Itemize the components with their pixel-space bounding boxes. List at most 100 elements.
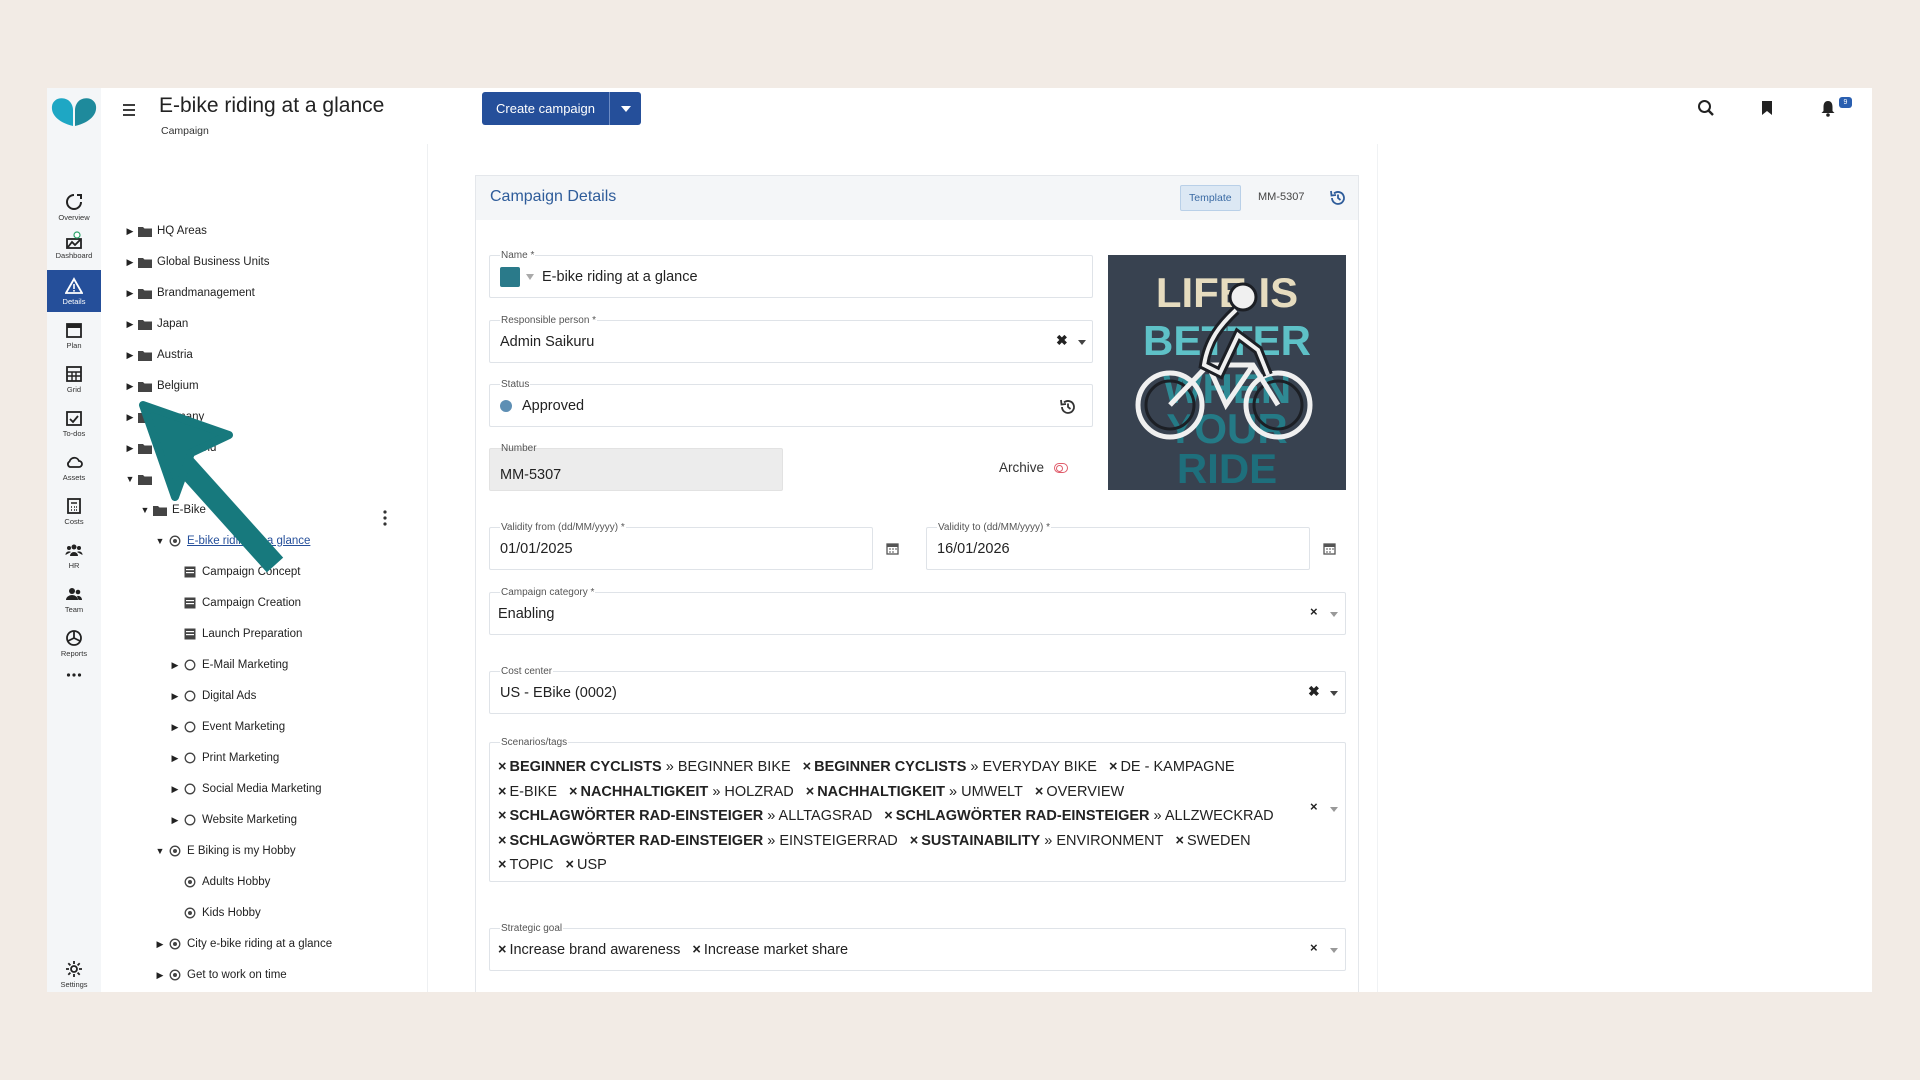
- remove-tag-icon[interactable]: ×: [498, 784, 506, 800]
- goal-chip[interactable]: × Increase brand awareness: [498, 938, 680, 963]
- clear-icon[interactable]: ✖: [1308, 683, 1320, 700]
- tree-item[interactable]: ▶ Digital Ads: [168, 685, 257, 707]
- chevron-down-icon[interactable]: [1330, 691, 1338, 696]
- create-campaign-dropdown[interactable]: [609, 92, 641, 125]
- create-campaign-button[interactable]: Create campaign: [482, 92, 609, 125]
- tree-item[interactable]: Launch Preparation: [168, 623, 302, 645]
- tag-chip[interactable]: × OVERVIEW: [1035, 780, 1124, 805]
- caret-right-icon[interactable]: ▶: [123, 319, 137, 330]
- nav-settings[interactable]: Settings: [47, 954, 101, 992]
- strategic-goal-select[interactable]: Strategic goal × Increase brand awareness…: [489, 922, 1346, 971]
- remove-tag-icon[interactable]: ×: [566, 857, 574, 873]
- history-icon[interactable]: [1328, 188, 1348, 208]
- clear-icon[interactable]: ✖: [1056, 332, 1068, 349]
- remove-tag-icon[interactable]: ×: [803, 759, 811, 775]
- campaign-category-select[interactable]: Campaign category * Enabling ×: [489, 586, 1346, 635]
- remove-goal-icon[interactable]: ×: [498, 942, 506, 958]
- caret-right-icon[interactable]: ▶: [168, 660, 182, 671]
- caret-right-icon[interactable]: ▶: [168, 784, 182, 795]
- archive-toggle[interactable]: [1054, 462, 1069, 473]
- app-logo[interactable]: [47, 92, 101, 132]
- caret-right-icon[interactable]: ▶: [153, 970, 167, 981]
- chevron-down-icon[interactable]: [526, 273, 534, 280]
- remove-tag-icon[interactable]: ×: [884, 808, 892, 824]
- clear-icon[interactable]: ×: [1310, 940, 1318, 955]
- tag-chip[interactable]: × SWEDEN: [1175, 829, 1250, 854]
- tree-item[interactable]: Adults Hobby: [168, 871, 270, 893]
- tag-chip[interactable]: × USP: [566, 853, 607, 878]
- template-button[interactable]: Template: [1180, 185, 1241, 211]
- tree-item[interactable]: ▶ Global Business Units: [123, 251, 270, 273]
- archive-toggle-row[interactable]: Archive: [999, 460, 1069, 475]
- nav-details[interactable]: Details: [47, 270, 101, 312]
- tree-item[interactable]: ▶ Event Marketing: [168, 716, 286, 738]
- tag-chip[interactable]: × BEGINNER CYCLISTS » BEGINNER BIKE: [498, 755, 791, 780]
- search-icon[interactable]: [1696, 98, 1716, 118]
- caret-right-icon[interactable]: ▶: [123, 381, 137, 392]
- responsible-person-select[interactable]: Responsible person * Admin Saikuru ✖: [489, 314, 1093, 363]
- tree-item[interactable]: ▶ HQ Areas: [123, 220, 207, 242]
- nav-overview[interactable]: Overview: [47, 186, 101, 228]
- tree-item[interactable]: Campaign Creation: [168, 592, 301, 614]
- tree-item[interactable]: ▶ Austria: [123, 344, 193, 366]
- nav-assets[interactable]: Assets: [47, 446, 101, 488]
- clear-icon[interactable]: ×: [1310, 799, 1318, 814]
- hamburger-menu-icon[interactable]: [121, 102, 137, 118]
- remove-tag-icon[interactable]: ×: [498, 808, 506, 824]
- tree-item[interactable]: ▶ Get to work on time: [153, 964, 287, 986]
- caret-right-icon[interactable]: ▶: [123, 288, 137, 299]
- nav-team[interactable]: Team: [47, 578, 101, 620]
- tree-item[interactable]: ▼ E Biking is my Hobby: [153, 840, 296, 862]
- nav-dashboard[interactable]: Dashboard: [47, 224, 101, 266]
- tag-chip[interactable]: × SCHLAGWÖRTER RAD-EINSTEIGER » ALLTAGSRA…: [498, 804, 872, 829]
- scenarios-tags-select[interactable]: Scenarios/tags × BEGINNER CYCLISTS » BEGI…: [489, 736, 1346, 882]
- tag-chip[interactable]: × NACHHALTIGKEIT » HOLZRAD: [569, 780, 794, 805]
- calendar-icon[interactable]: [1323, 542, 1336, 555]
- tree-item[interactable]: ▶ Social Media Marketing: [168, 778, 322, 800]
- tree-item[interactable]: ▶ Brandmanagement: [123, 282, 255, 304]
- name-field[interactable]: Name * E-bike riding at a glance: [489, 249, 1093, 298]
- remove-tag-icon[interactable]: ×: [910, 833, 918, 849]
- more-vertical-icon[interactable]: [381, 509, 389, 527]
- remove-tag-icon[interactable]: ×: [1109, 759, 1117, 775]
- nav-hr[interactable]: HR: [47, 534, 101, 576]
- remove-tag-icon[interactable]: ×: [498, 833, 506, 849]
- remove-tag-icon[interactable]: ×: [806, 784, 814, 800]
- caret-right-icon[interactable]: ▶: [168, 722, 182, 733]
- calendar-icon[interactable]: [886, 542, 899, 555]
- caret-down-icon[interactable]: ▼: [153, 846, 167, 856]
- remove-tag-icon[interactable]: ×: [1035, 784, 1043, 800]
- color-swatch[interactable]: [500, 266, 520, 287]
- bell-icon[interactable]: [1818, 98, 1838, 118]
- validity-from-field[interactable]: Validity from (dd/MM/yyyy) * 01/01/2025: [489, 521, 873, 570]
- nav-plan[interactable]: Plan: [47, 314, 101, 356]
- bookmark-icon[interactable]: [1757, 98, 1777, 118]
- tag-chip[interactable]: × SCHLAGWÖRTER RAD-EINSTEIGER » ALLZWECKR…: [884, 804, 1273, 829]
- chevron-down-icon[interactable]: [1330, 807, 1338, 812]
- caret-right-icon[interactable]: ▶: [153, 939, 167, 950]
- chevron-down-icon[interactable]: [1330, 612, 1338, 617]
- validity-to-field[interactable]: Validity to (dd/MM/yyyy) * 16/01/2026: [926, 521, 1310, 570]
- cost-center-select[interactable]: Cost center US - EBike (0002) ✖: [489, 665, 1346, 714]
- tree-item[interactable]: ▶ E-Mail Marketing: [168, 654, 289, 676]
- tag-chip[interactable]: × SCHLAGWÖRTER RAD-EINSTEIGER » EINSTEIGE…: [498, 829, 898, 854]
- tag-chip[interactable]: × BEGINNER CYCLISTS » EVERYDAY BIKE: [803, 755, 1097, 780]
- tree-item[interactable]: ▶ City e-bike riding at a glance: [153, 933, 333, 955]
- tree-item[interactable]: ▶ Japan: [123, 313, 189, 335]
- tree-item[interactable]: Kids Hobby: [168, 902, 261, 924]
- clear-icon[interactable]: ×: [1310, 604, 1318, 619]
- caret-right-icon[interactable]: ▶: [168, 691, 182, 702]
- caret-right-icon[interactable]: ▶: [123, 350, 137, 361]
- history-icon[interactable]: [1058, 397, 1078, 417]
- caret-right-icon[interactable]: ▶: [123, 226, 137, 237]
- remove-tag-icon[interactable]: ×: [498, 759, 506, 775]
- tree-item[interactable]: ▶ Website Marketing: [168, 809, 298, 831]
- goal-chip[interactable]: × Increase market share: [692, 938, 848, 963]
- nav-costs[interactable]: Costs: [47, 490, 101, 532]
- nav-more[interactable]: [47, 660, 101, 690]
- tree-item[interactable]: ▶ Belgium: [123, 375, 199, 397]
- tag-chip[interactable]: × E-BIKE: [498, 780, 557, 805]
- caret-right-icon[interactable]: ▶: [168, 815, 182, 826]
- chevron-down-icon[interactable]: [1078, 340, 1086, 345]
- remove-tag-icon[interactable]: ×: [498, 857, 506, 873]
